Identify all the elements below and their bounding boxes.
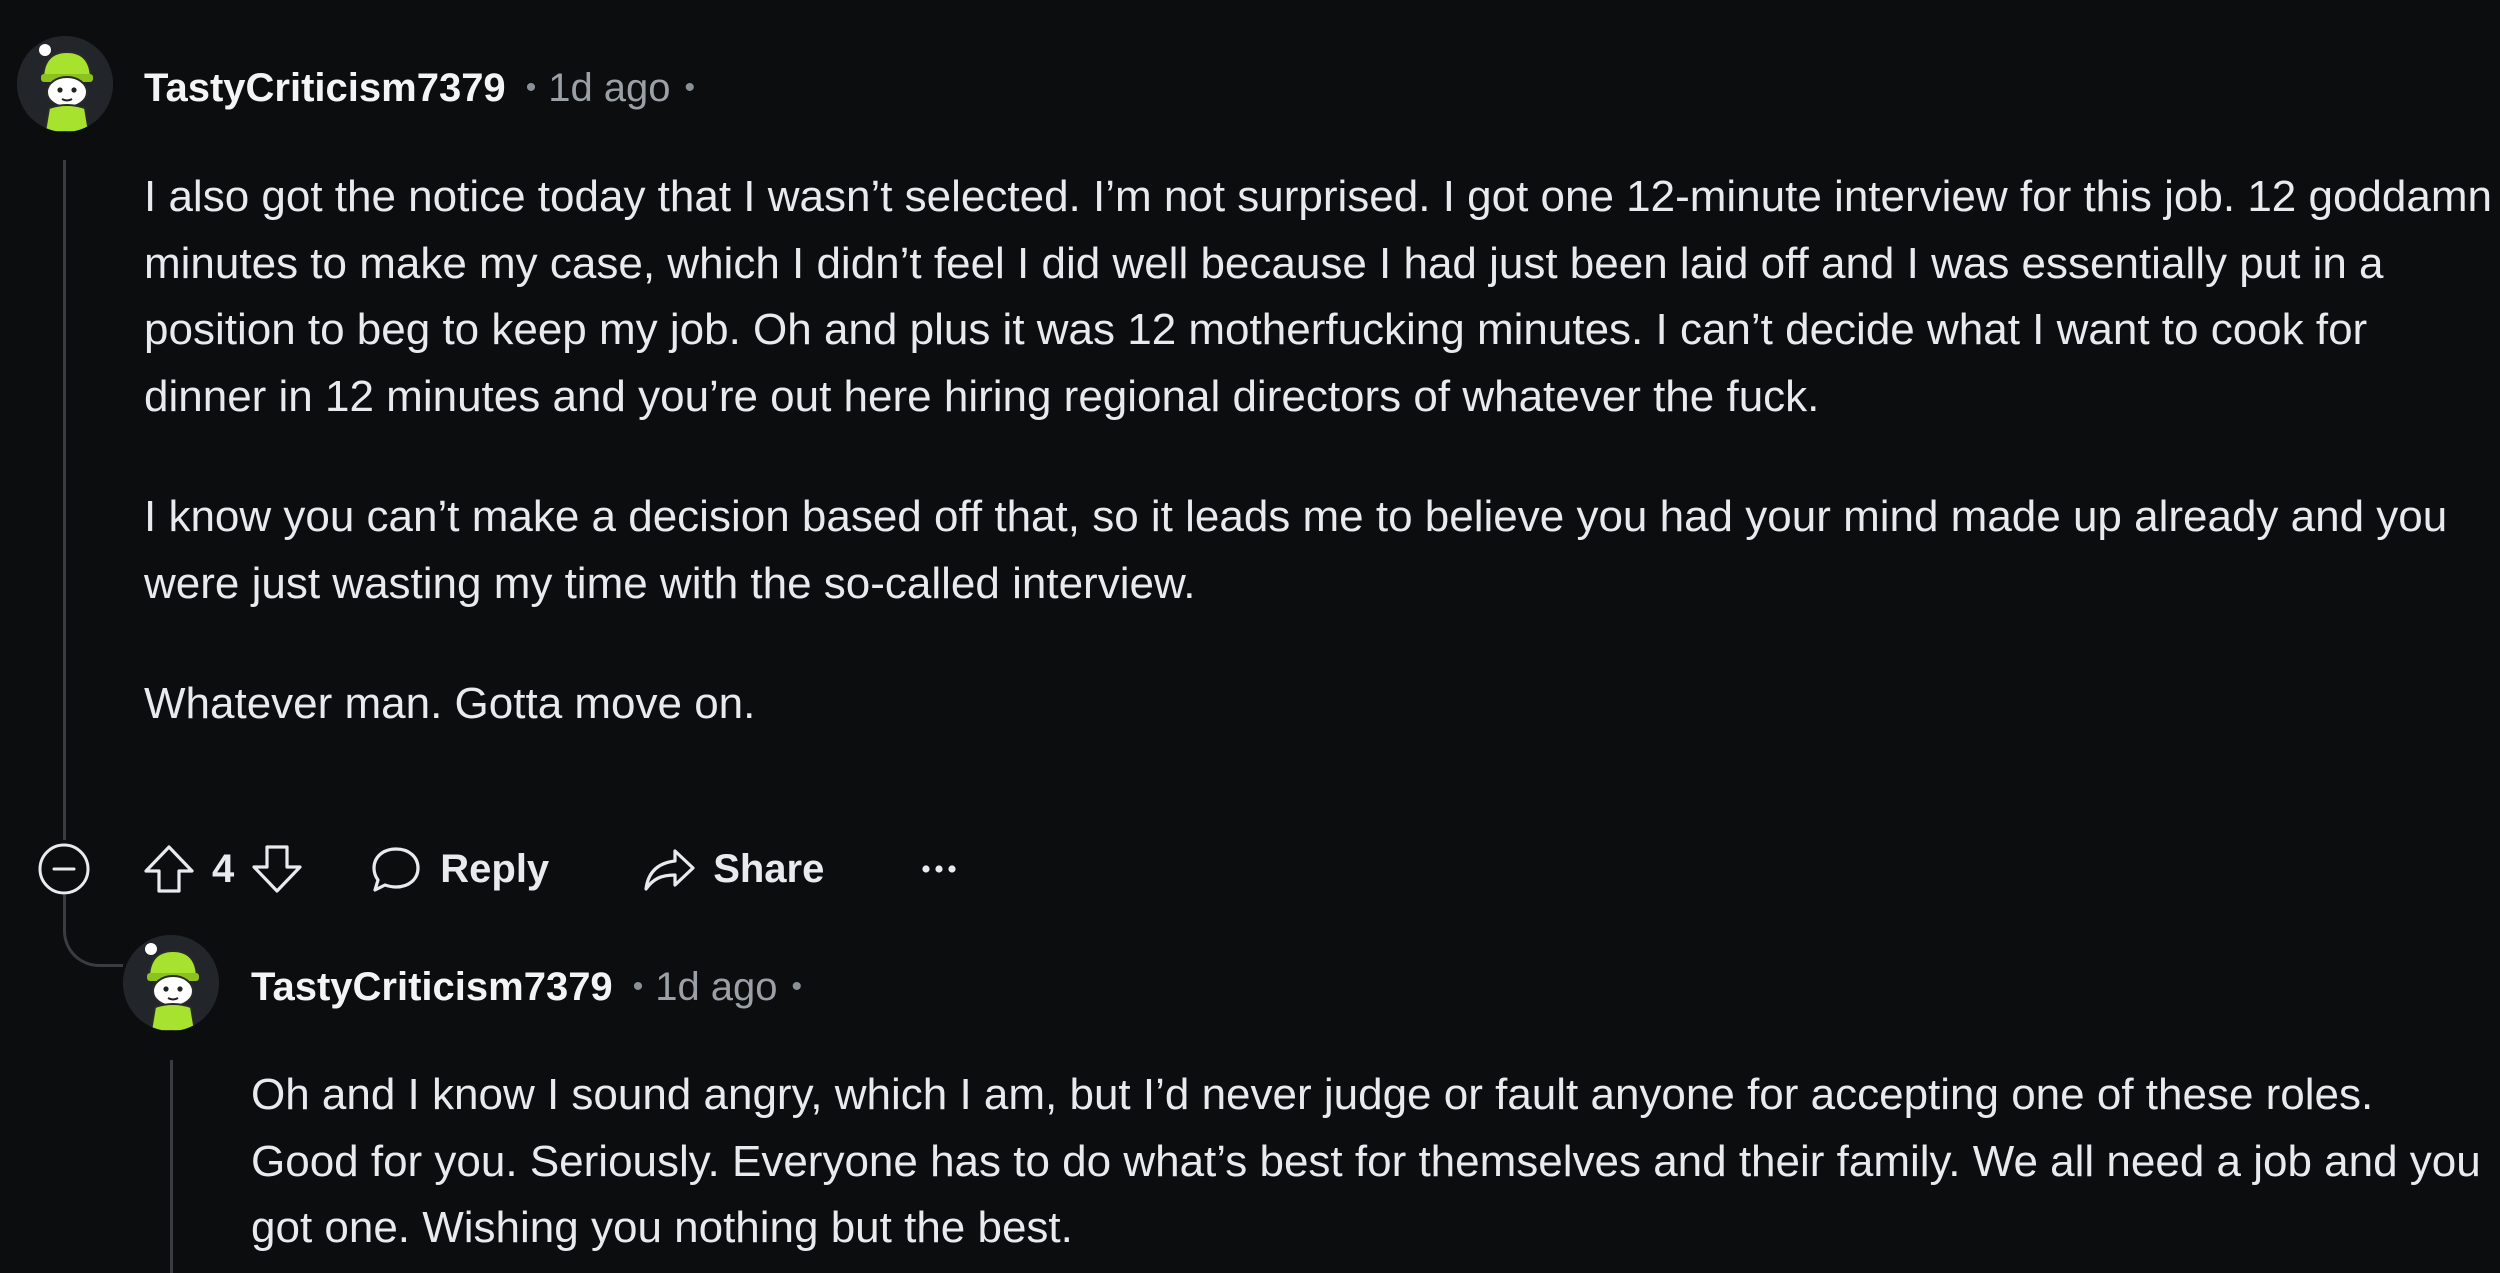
separator-dot: • [684,71,696,104]
comment-paragraph: I also got the notice today that I wasn’… [144,172,2492,421]
username[interactable]: TastyCriticism7379 [144,66,506,111]
username[interactable]: TastyCriticism7379 [251,965,613,1010]
avatar[interactable] [17,36,113,132]
comment-bubble-icon [372,847,420,892]
reply-button[interactable]: Reply [368,841,549,897]
separator-dot: • [525,71,537,104]
share-label: Share [713,846,825,891]
thread-line[interactable] [63,160,66,840]
comment-actions: 4 Reply Share [140,834,958,904]
vote-count: 4 [212,846,235,891]
downvote-button[interactable] [248,840,306,898]
comment-body: I also got the notice today that I wasn’… [144,164,2494,738]
collapse-button[interactable] [36,841,92,897]
more-options-button[interactable] [920,859,958,879]
timestamp[interactable]: 1d ago [655,965,777,1010]
reply-label: Reply [440,846,550,891]
collapse-icon [38,843,90,895]
comment-thread: TastyCriticism7379 • 1d ago • I also got… [0,0,2500,1273]
reply-body: Oh and I know I sound angry, which I am,… [251,1062,2491,1262]
timestamp[interactable]: 1d ago [548,66,670,111]
upvote-icon [144,845,194,893]
downvote-icon [252,845,302,893]
thread-connector [63,895,123,967]
comment-paragraph: I know you can’t make a decision based o… [144,492,2448,608]
comment-paragraph: Whatever man. Gotta move on. [144,679,756,728]
separator-dot: • [791,970,803,1003]
reply-paragraph: Oh and I know I sound angry, which I am,… [251,1070,2481,1252]
comment-meta: TastyCriticism7379 • 1d ago • [144,58,695,118]
reply-thread-line[interactable] [170,1060,173,1273]
share-button[interactable]: Share [641,841,824,897]
share-icon [644,849,695,891]
separator-dot: • [632,970,644,1003]
reply-meta: TastyCriticism7379 • 1d ago • [251,957,802,1017]
avatar-image [123,935,219,1031]
avatar-image [17,36,113,132]
upvote-button[interactable] [140,840,198,898]
avatar[interactable] [123,935,219,1031]
more-options-icon [922,865,956,873]
